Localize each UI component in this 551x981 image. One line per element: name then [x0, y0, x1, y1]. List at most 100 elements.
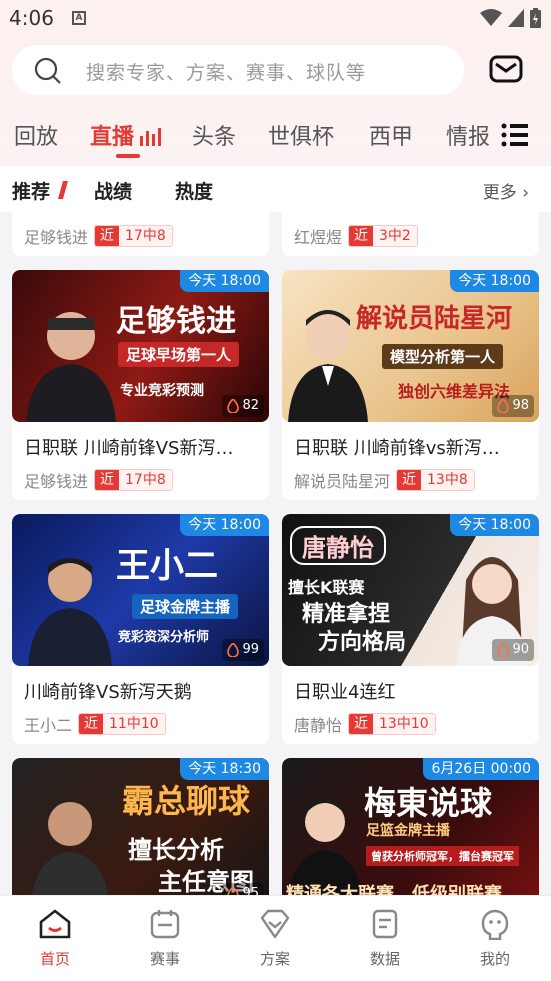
art-sub: 擅长K联赛: [288, 578, 365, 597]
art-sub: 足球早场第一人: [118, 342, 240, 367]
more-link[interactable]: 更多 ›: [483, 178, 529, 203]
header: 搜索专家、方案、赛事、球队等 回放 直播 头条 世俱杯 西甲 情报: [0, 38, 551, 166]
mail-icon[interactable]: [489, 54, 523, 84]
live-card[interactable]: 霸总聊球 擅长分析 主任意图 今天 18:30 95: [12, 758, 269, 895]
card-thumbnail: 足够钱进 足球早场第一人 专业竞彩预测 今天 18:00 82: [12, 270, 269, 422]
nav-label: 赛事: [149, 950, 180, 968]
tab-headlines[interactable]: 头条: [192, 119, 236, 151]
search-input[interactable]: 搜索专家、方案、赛事、球队等: [12, 45, 464, 95]
card-title: 日职联 川崎前锋vs新泻…: [294, 438, 500, 459]
heat-badge: 95: [222, 883, 264, 895]
card-thumbnail: 梅東说球 足篮金牌主播 曾获分析师冠军，擂台赛冠军 精通各大联赛，低级别联赛 6…: [282, 758, 539, 895]
tab-intel[interactable]: 情报: [446, 119, 490, 151]
battery-icon: [530, 8, 541, 28]
filter-recommend[interactable]: 推荐: [12, 177, 50, 204]
card-thumbnail: 王小二 足球金牌主播 竞彩资深分析师 今天 18:00 99: [12, 514, 269, 666]
slash-icon: [58, 181, 68, 199]
nav-data[interactable]: 数据: [345, 908, 425, 969]
card-author: 解说员陆星河: [294, 472, 391, 491]
heat-badge: 90: [492, 639, 534, 661]
record-tag: 近 11中10: [78, 713, 166, 735]
live-grid: 足够钱进 近 17中8 红煜煜 近 3中2 足够钱进 足球早场第一人 专业竞彩预测 …: [0, 212, 551, 895]
art-name: 梅東说球: [364, 784, 493, 822]
nav-label: 我的: [479, 950, 510, 968]
live-card[interactable]: 解说员陆星河 模型分析第一人 独创六维差异法 今天 18:00 98 日职联 川…: [282, 270, 539, 500]
time-badge: 今天 18:00: [180, 514, 269, 536]
flame-icon: [227, 399, 240, 413]
search-icon: [34, 57, 61, 84]
chevron-right-icon: ›: [522, 183, 529, 203]
live-card[interactable]: 梅東说球 足篮金牌主播 曾获分析师冠军，擂台赛冠军 精通各大联赛，低级别联赛 6…: [282, 758, 539, 895]
art-line: 竞彩资深分析师: [118, 630, 210, 645]
bottom-nav: 首页 赛事 方案 数据 我的: [0, 895, 551, 981]
card-thumbnail: 唐静怡 擅长K联赛 精准拿捏 方向格局 今天 18:00 90: [282, 514, 539, 666]
nav-plans[interactable]: 方案: [235, 908, 315, 969]
record-tag: 近 3中2: [348, 225, 418, 247]
live-card[interactable]: 足够钱进 足球早场第一人 专业竞彩预测 今天 18:00 82 日职联 川崎前锋…: [12, 270, 269, 500]
host-portrait: [26, 312, 116, 422]
card-author: 足够钱进: [24, 472, 89, 491]
signal-icon: [508, 9, 524, 27]
record-tag: 近 13中8: [396, 469, 475, 491]
nav-label: 数据: [369, 950, 400, 968]
filter-bar: 推荐 战绩 热度 更多 ›: [0, 166, 551, 212]
art-sub: 足球金牌主播: [132, 594, 239, 619]
card-thumbnail: 霸总聊球 擅长分析 主任意图 今天 18:30 95: [12, 758, 269, 895]
calendar-icon: [150, 910, 180, 939]
live-card[interactable]: 唐静怡 擅长K联赛 精准拿捏 方向格局 今天 18:00 90 日职业4连红 唐…: [282, 514, 539, 744]
host-portrait: [28, 558, 112, 666]
sim-icon: A: [72, 11, 86, 25]
heat-badge: 82: [222, 395, 264, 417]
diamond-icon: [260, 909, 290, 939]
filter-record[interactable]: 战绩: [94, 177, 132, 204]
card-partial[interactable]: 红煜煜 近 3中2: [282, 212, 539, 256]
card-title: 日职联 川崎前锋VS新泻…: [24, 438, 234, 459]
card-partial[interactable]: 足够钱进 近 17中8: [12, 212, 269, 256]
card-title: 日职业4连红: [294, 682, 396, 703]
home-icon: [39, 909, 71, 939]
tab-replay[interactable]: 回放: [14, 119, 58, 151]
card-author: 足够钱进: [24, 228, 89, 247]
status-bar: 4:06 A: [0, 0, 551, 38]
art-name: 足够钱进: [116, 304, 236, 339]
flame-icon: [227, 643, 240, 657]
nav-home[interactable]: 首页: [15, 908, 95, 969]
live-card[interactable]: 王小二 足球金牌主播 竞彩资深分析师 今天 18:00 99 川崎前锋VS新泻天…: [12, 514, 269, 744]
nav-profile[interactable]: 我的: [455, 908, 535, 969]
tab-laliga[interactable]: 西甲: [369, 119, 413, 151]
host-portrait: [287, 799, 363, 895]
art-line: 专业竞彩预测: [120, 383, 204, 399]
live-bars-icon: [140, 128, 161, 146]
art-name: 霸总聊球: [122, 782, 251, 820]
heat-badge: 98: [492, 395, 534, 417]
art-sub: 足篮金牌主播: [366, 823, 450, 839]
heat-badge: 99: [222, 639, 264, 661]
time-badge: 今天 18:00: [450, 270, 539, 292]
more-label: 更多: [482, 183, 517, 203]
menu-icon[interactable]: [500, 121, 530, 149]
art-line-2: 精通各大联赛，低级别联赛: [286, 884, 502, 895]
tab-club-world-cup[interactable]: 世俱杯: [268, 119, 334, 151]
art-sub: 模型分析第一人: [382, 344, 504, 369]
card-author: 唐静怡: [294, 716, 343, 735]
record-tag: 近 17中8: [94, 469, 173, 491]
card-author: 红煜煜: [294, 228, 343, 247]
card-title: 川崎前锋VS新泻天鹅: [24, 682, 192, 703]
status-time: 4:06: [9, 6, 54, 30]
document-icon: [372, 909, 398, 939]
art-name: 唐静怡: [290, 526, 386, 565]
profile-icon: [481, 909, 509, 941]
time-badge: 今天 18:00: [180, 270, 269, 292]
flame-icon: [227, 887, 240, 895]
art-line-2: 方向格局: [318, 630, 407, 655]
nav-matches[interactable]: 赛事: [125, 908, 205, 969]
art-line: 曾获分析师冠军，擂台赛冠军: [366, 846, 519, 866]
record-tag: 近 13中10: [348, 713, 436, 735]
flame-icon: [497, 643, 510, 657]
time-badge: 6月26日 00:00: [423, 758, 539, 780]
card-author: 王小二: [24, 716, 73, 735]
filter-heat[interactable]: 热度: [175, 177, 213, 204]
art-name: 王小二: [116, 546, 218, 586]
tab-live[interactable]: 直播: [90, 119, 134, 151]
card-thumbnail: 解说员陆星河 模型分析第一人 独创六维差异法 今天 18:00 98: [282, 270, 539, 422]
